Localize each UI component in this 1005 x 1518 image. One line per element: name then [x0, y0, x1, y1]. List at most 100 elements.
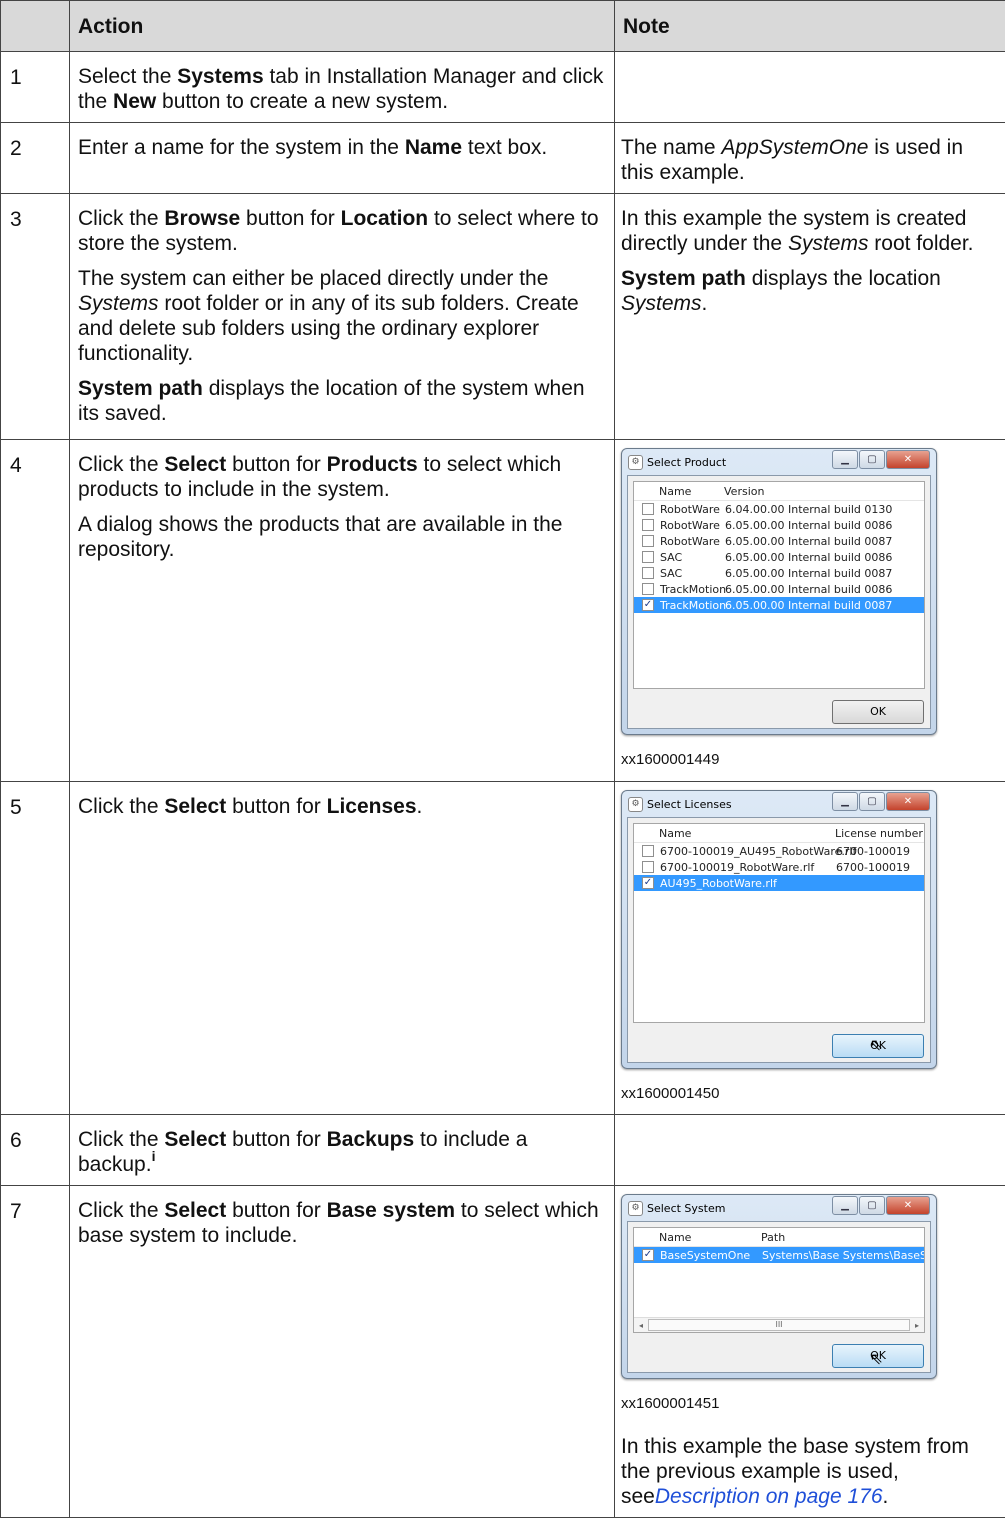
select-product-dialog: ⚙ Select Product ▁ ▢ ✕ NameVersion Robot…	[621, 448, 937, 735]
cell-name: TrackMotion	[660, 599, 725, 612]
dialog-titlebar: ⚙ Select Licenses ▁ ▢ ✕	[622, 791, 936, 817]
product-row[interactable]: SAC6.05.00.00 Internal build 0086	[634, 549, 924, 565]
table-row: 2 Enter a name for the system in the Nam…	[1, 123, 1005, 194]
cell-version: 6.05.00.00 Internal build 0087	[725, 567, 892, 580]
checkbox[interactable]	[642, 519, 654, 531]
figure-caption: xx1600001451	[621, 1391, 1001, 1416]
select-licenses-dialog: ⚙ Select Licenses ▁ ▢ ✕ NameLicense numb…	[621, 790, 937, 1069]
ok-button[interactable]: OK	[832, 700, 924, 724]
header-num	[1, 1, 70, 52]
cell-name: RobotWare	[660, 535, 725, 548]
step-note: ⚙ Select Product ▁ ▢ ✕ NameVersion Robot…	[615, 440, 1005, 782]
scroll-left-icon[interactable]: ◂	[634, 1319, 648, 1332]
product-list: NameVersion RobotWare6.04.00.00 Internal…	[633, 481, 925, 689]
cell-version: 6.05.00.00 Internal build 0086	[725, 519, 892, 532]
dialog-title: Select Product	[647, 456, 726, 469]
table-row: 4 Click the Select button for Products t…	[1, 440, 1005, 782]
scroll-thumb[interactable]: III	[648, 1319, 910, 1331]
minimize-icon[interactable]: ▁	[832, 1196, 858, 1215]
step-action: Select the Systems tab in Installation M…	[70, 52, 615, 123]
step-action: Click the Select button for Products to …	[70, 440, 615, 782]
product-row[interactable]: ✓TrackMotion6.05.00.00 Internal build 00…	[634, 597, 924, 613]
step-number: 1	[1, 52, 70, 123]
maximize-icon[interactable]: ▢	[859, 450, 885, 469]
step-number: 6	[1, 1115, 70, 1186]
cell-name: RobotWare	[660, 503, 725, 516]
column-name[interactable]: Name	[659, 824, 835, 842]
step-action: Click the Browse button for Location to …	[70, 194, 615, 440]
cell-name: SAC	[660, 567, 725, 580]
checkbox[interactable]: ✓	[642, 599, 654, 611]
license-row[interactable]: ✓ AU495_RobotWare.rlf	[634, 875, 924, 891]
close-icon[interactable]: ✕	[886, 792, 930, 811]
product-row[interactable]: SAC6.05.00.00 Internal build 0087	[634, 565, 924, 581]
header-note: Note	[615, 1, 1005, 52]
header-action: Action	[70, 1, 615, 52]
column-license-number[interactable]: License number	[835, 824, 923, 842]
column-version[interactable]: Version	[724, 482, 764, 500]
license-list: NameLicense number 6700-100019_AU495_Rob…	[633, 823, 925, 1023]
table-row: 7 Click the Select button for Base syste…	[1, 1186, 1005, 1518]
mouse-cursor-icon: ⇖	[870, 1352, 883, 1365]
maximize-icon[interactable]: ▢	[859, 1196, 885, 1215]
close-icon[interactable]: ✕	[886, 450, 930, 469]
table-row: 6 Click the Select button for Backups to…	[1, 1115, 1005, 1186]
horizontal-scrollbar[interactable]: ◂ III ▸	[634, 1317, 924, 1332]
window-icon: ⚙	[628, 797, 643, 812]
steps-table: Action Note 1 Select the Systems tab in …	[0, 0, 1005, 1518]
dialog-titlebar: ⚙ Select Product ▁ ▢ ✕	[622, 449, 936, 475]
step-action: Click the Select button for Backups to i…	[70, 1115, 615, 1186]
column-name[interactable]: Name	[659, 482, 724, 500]
checkbox[interactable]: ✓	[642, 877, 654, 889]
column-path[interactable]: Path	[761, 1228, 785, 1246]
checkbox[interactable]	[642, 567, 654, 579]
dialog-title: Select Licenses	[647, 798, 732, 811]
column-name[interactable]: Name	[659, 1228, 761, 1246]
step-number: 3	[1, 194, 70, 440]
scroll-right-icon[interactable]: ▸	[910, 1319, 924, 1332]
cell-number: 6700-100019	[836, 861, 910, 874]
checkbox[interactable]	[642, 535, 654, 547]
cell-name: AU495_RobotWare.rlf	[660, 877, 836, 890]
product-row[interactable]: RobotWare6.04.00.00 Internal build 0130	[634, 501, 924, 517]
cell-name: RobotWare	[660, 519, 725, 532]
step-number: 5	[1, 782, 70, 1115]
checkbox[interactable]	[642, 583, 654, 595]
table-row: 3 Click the Browse button for Location t…	[1, 194, 1005, 440]
step-note	[615, 52, 1005, 123]
dialog-titlebar: ⚙ Select System ▁ ▢ ✕	[622, 1195, 936, 1221]
cell-path: Systems\Base Systems\BaseSystemC	[762, 1249, 925, 1262]
step-note: The name AppSystemOne is used in this ex…	[615, 123, 1005, 194]
checkbox[interactable]	[642, 503, 654, 515]
figure-caption: xx1600001449	[621, 747, 1001, 772]
product-row[interactable]: RobotWare6.05.00.00 Internal build 0087	[634, 533, 924, 549]
minimize-icon[interactable]: ▁	[832, 450, 858, 469]
cell-version: 6.05.00.00 Internal build 0087	[725, 535, 892, 548]
checkbox[interactable]	[642, 845, 654, 857]
license-row[interactable]: 6700-100019_RobotWare.rlf6700-100019	[634, 859, 924, 875]
minimize-icon[interactable]: ▁	[832, 792, 858, 811]
step-number: 7	[1, 1186, 70, 1518]
select-system-dialog: ⚙ Select System ▁ ▢ ✕ NamePath ✓ BaseSyst…	[621, 1194, 937, 1379]
cell-name: SAC	[660, 551, 725, 564]
step-note: ⚙ Select Licenses ▁ ▢ ✕ NameLicense numb…	[615, 782, 1005, 1115]
cell-version: 6.05.00.00 Internal build 0086	[725, 583, 892, 596]
checkbox[interactable]	[642, 551, 654, 563]
cell-name: TrackMotion	[660, 583, 725, 596]
checkbox[interactable]: ✓	[642, 1249, 654, 1261]
step-number: 4	[1, 440, 70, 782]
system-list: NamePath ✓ BaseSystemOneSystems\Base Syst…	[633, 1227, 925, 1333]
system-row[interactable]: ✓ BaseSystemOneSystems\Base Systems\BaseS…	[634, 1247, 924, 1263]
product-row[interactable]: TrackMotion6.05.00.00 Internal build 008…	[634, 581, 924, 597]
close-icon[interactable]: ✕	[886, 1196, 930, 1215]
step-note	[615, 1115, 1005, 1186]
cell-name: 6700-100019_AU495_RobotWare.rlf	[660, 845, 836, 858]
cell-name: BaseSystemOne	[660, 1249, 762, 1262]
maximize-icon[interactable]: ▢	[859, 792, 885, 811]
license-row[interactable]: 6700-100019_AU495_RobotWare.rlf6700-1000…	[634, 843, 924, 859]
checkbox[interactable]	[642, 861, 654, 873]
product-row[interactable]: RobotWare6.05.00.00 Internal build 0086	[634, 517, 924, 533]
table-row: 1 Select the Systems tab in Installation…	[1, 52, 1005, 123]
step-action: Enter a name for the system in the Name …	[70, 123, 615, 194]
footnote-marker[interactable]: i	[152, 1148, 156, 1164]
